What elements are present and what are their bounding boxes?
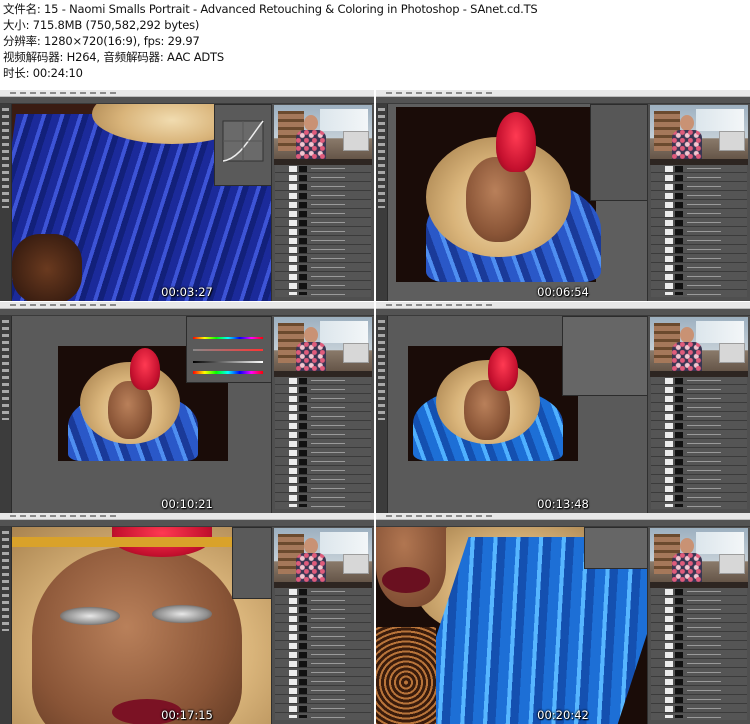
options-bar	[0, 97, 374, 104]
face-closeup	[32, 547, 242, 724]
properties-panel	[590, 104, 648, 201]
mac-menubar	[376, 90, 750, 97]
curves-graph	[222, 120, 264, 162]
properties-panel	[584, 527, 648, 569]
tools-panel	[376, 104, 388, 301]
layers-panel	[651, 164, 747, 297]
layers-panel	[275, 587, 371, 720]
curves-dialog	[214, 104, 272, 186]
timecode: 00:03:27	[161, 285, 213, 299]
red-crown	[488, 347, 518, 391]
options-bar	[0, 309, 374, 316]
photo	[396, 107, 601, 282]
file-name-line: 文件名: 15 - Naomi Smalls Portrait - Advanc…	[3, 2, 538, 16]
thumbnail-3[interactable]: 00:10:21	[0, 302, 374, 513]
mac-menubar	[0, 513, 374, 520]
file-size-line: 大小: 715.8MB (750,582,292 bytes)	[3, 18, 200, 32]
hue-saturation-dialog	[186, 316, 272, 383]
options-bar	[376, 97, 750, 104]
mac-menubar	[0, 90, 374, 97]
thumbnail-4[interactable]: 00:13:48	[376, 302, 750, 513]
tools-panel	[0, 527, 12, 724]
red-crown	[130, 348, 160, 390]
duration-line: 时长: 00:24:10	[3, 66, 83, 80]
mac-menubar	[0, 302, 374, 309]
options-bar	[376, 520, 750, 527]
options-bar	[0, 520, 374, 527]
adjustment-dialog	[232, 527, 272, 599]
thumbnail-6[interactable]: 00:20:42	[376, 513, 750, 724]
layers-panel	[275, 164, 371, 297]
instructor-webcam	[650, 317, 748, 377]
mac-menubar	[376, 513, 750, 520]
timecode: 00:13:48	[537, 497, 589, 511]
tools-panel	[0, 104, 12, 301]
timecode: 00:17:15	[161, 708, 213, 722]
timecode: 00:10:21	[161, 497, 213, 511]
instructor-webcam	[274, 105, 372, 165]
properties-panel	[562, 316, 648, 396]
left-eye	[60, 607, 120, 625]
options-bar	[376, 309, 750, 316]
layers-panel	[651, 587, 747, 720]
layers-panel	[651, 376, 747, 509]
thumbnail-2[interactable]: 00:06:54	[376, 90, 750, 301]
lips	[382, 567, 430, 593]
file-info-header: 文件名: 15 - Naomi Smalls Portrait - Advanc…	[0, 0, 750, 88]
tools-panel	[376, 316, 388, 513]
right-eye	[152, 605, 212, 623]
instructor-webcam	[274, 317, 372, 377]
layers-panel	[275, 376, 371, 509]
instructor-webcam	[650, 528, 748, 588]
photo	[408, 346, 578, 461]
codecs-line: 视频解码器: H264, 音频解码器: AAC ADTS	[3, 50, 224, 64]
thumbnail-5[interactable]: 00:17:15	[0, 513, 374, 724]
tools-panel	[0, 316, 12, 513]
thumbnail-1[interactable]: 00:03:27	[0, 90, 374, 301]
resolution-line: 分辨率: 1280×720(16:9), fps: 29.97	[3, 34, 200, 48]
instructor-webcam	[650, 105, 748, 165]
instructor-webcam	[274, 528, 372, 588]
red-crown	[496, 112, 536, 172]
mac-menubar	[376, 302, 750, 309]
timecode: 00:20:42	[537, 708, 589, 722]
timecode: 00:06:54	[537, 285, 589, 299]
